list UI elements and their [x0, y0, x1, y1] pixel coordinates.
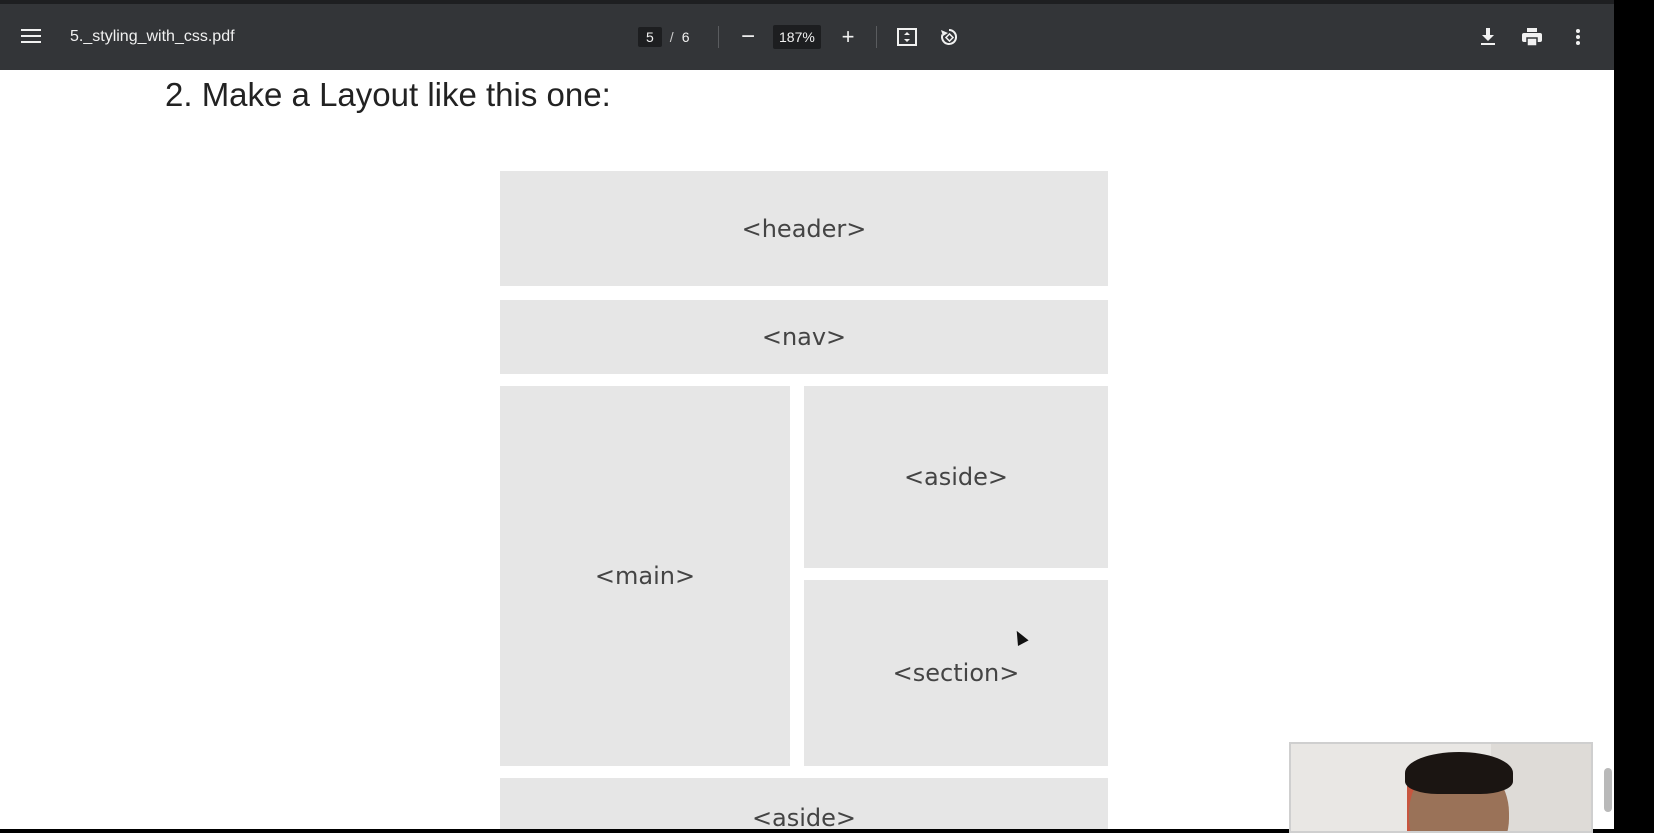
menu-icon	[21, 29, 41, 43]
download-button[interactable]	[1475, 25, 1501, 49]
exercise-heading: 2. Make a Layout like this one:	[165, 76, 611, 113]
page-separator: /	[669, 29, 674, 45]
more-icon	[1576, 29, 1580, 45]
rotate-icon	[941, 28, 958, 45]
webcam-overlay	[1289, 742, 1593, 833]
rotate-button[interactable]	[936, 25, 962, 49]
menu-button[interactable]	[18, 23, 44, 49]
layout-box-section: <section>	[804, 580, 1108, 766]
toolbar-divider	[876, 26, 877, 48]
webcam-person-hair	[1405, 752, 1513, 794]
page-indicator: 5 / 6	[638, 25, 689, 49]
layout-box-nav: <nav>	[500, 300, 1108, 374]
top-strip	[0, 0, 1614, 4]
print-button[interactable]	[1519, 25, 1545, 49]
scrollbar-thumb[interactable]	[1604, 768, 1612, 812]
fit-page-icon	[897, 28, 917, 46]
more-options-button[interactable]	[1565, 25, 1591, 49]
current-page-input[interactable]: 5	[638, 27, 662, 47]
print-icon	[1522, 28, 1542, 46]
layout-box-aside-bottom: <aside>	[500, 778, 1108, 829]
toolbar-divider	[718, 26, 719, 48]
layout-box-main: <main>	[500, 386, 790, 766]
fit-to-page-button[interactable]	[894, 25, 920, 49]
layout-box-aside-top: <aside>	[804, 386, 1108, 568]
pdf-viewer: 5._styling_with_css.pdf 5 / 6 − 187% + 2…	[0, 0, 1614, 829]
layout-box-header: <header>	[500, 171, 1108, 286]
zoom-level-input[interactable]: 187%	[773, 25, 821, 49]
zoom-out-button[interactable]: −	[735, 23, 761, 50]
document-page: 2. Make a Layout like this one: <header>…	[0, 70, 1614, 829]
file-name: 5._styling_with_css.pdf	[70, 28, 235, 45]
pdf-toolbar: 5._styling_with_css.pdf 5 / 6 − 187% +	[0, 0, 1614, 70]
zoom-in-button[interactable]: +	[835, 24, 861, 49]
download-icon	[1481, 28, 1495, 45]
total-pages: 6	[681, 29, 690, 45]
